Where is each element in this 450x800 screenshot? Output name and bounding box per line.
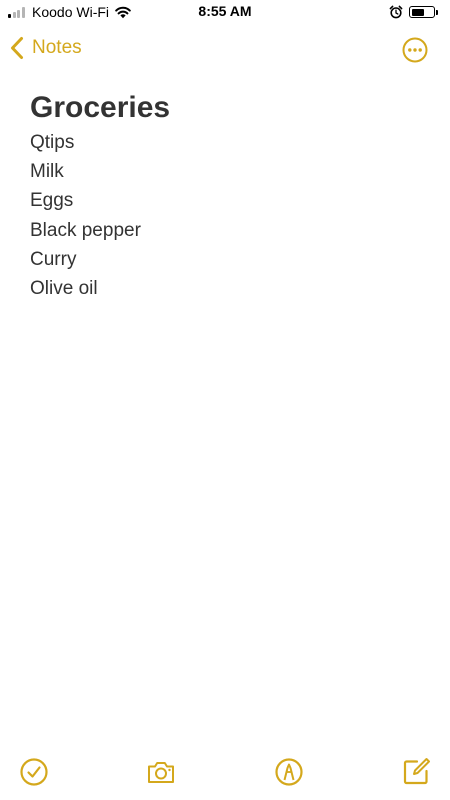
markup-icon: [275, 758, 303, 786]
note-line[interactable]: Milk: [30, 157, 420, 186]
note-line[interactable]: Olive oil: [30, 274, 420, 303]
compose-button[interactable]: [400, 756, 432, 788]
status-time: 8:55 AM: [198, 3, 252, 19]
note-body[interactable]: Groceries Qtips Milk Eggs Black pepper C…: [30, 88, 420, 303]
back-button-label: Notes: [32, 37, 82, 58]
status-right: [389, 4, 438, 20]
note-line[interactable]: Curry: [30, 245, 420, 274]
compose-icon: [403, 758, 430, 785]
battery-fill: [411, 8, 424, 16]
back-button[interactable]: Notes: [10, 36, 82, 60]
checklist-button[interactable]: [18, 756, 50, 788]
note-line[interactable]: Qtips: [30, 128, 420, 157]
note-line[interactable]: Black pepper: [30, 216, 420, 245]
note-lines: Qtips Milk Eggs Black pepper Curry Olive…: [30, 128, 420, 303]
ellipsis-circle-icon: [402, 37, 428, 63]
note-line[interactable]: Eggs: [30, 186, 420, 215]
battery-tip: [436, 9, 438, 15]
camera-button[interactable]: [145, 756, 177, 788]
alarm-icon: [389, 5, 403, 19]
more-options-button[interactable]: [402, 37, 428, 63]
bottom-toolbar: [0, 756, 450, 792]
chevron-left-icon: [11, 37, 23, 59]
battery-icon: [409, 6, 435, 18]
checklist-icon: [20, 758, 48, 786]
camera-icon: [148, 762, 174, 783]
status-bar: Koodo Wi-Fi 8:55 AM: [0, 0, 450, 24]
note-title[interactable]: Groceries: [30, 88, 420, 128]
markup-button[interactable]: [273, 756, 305, 788]
